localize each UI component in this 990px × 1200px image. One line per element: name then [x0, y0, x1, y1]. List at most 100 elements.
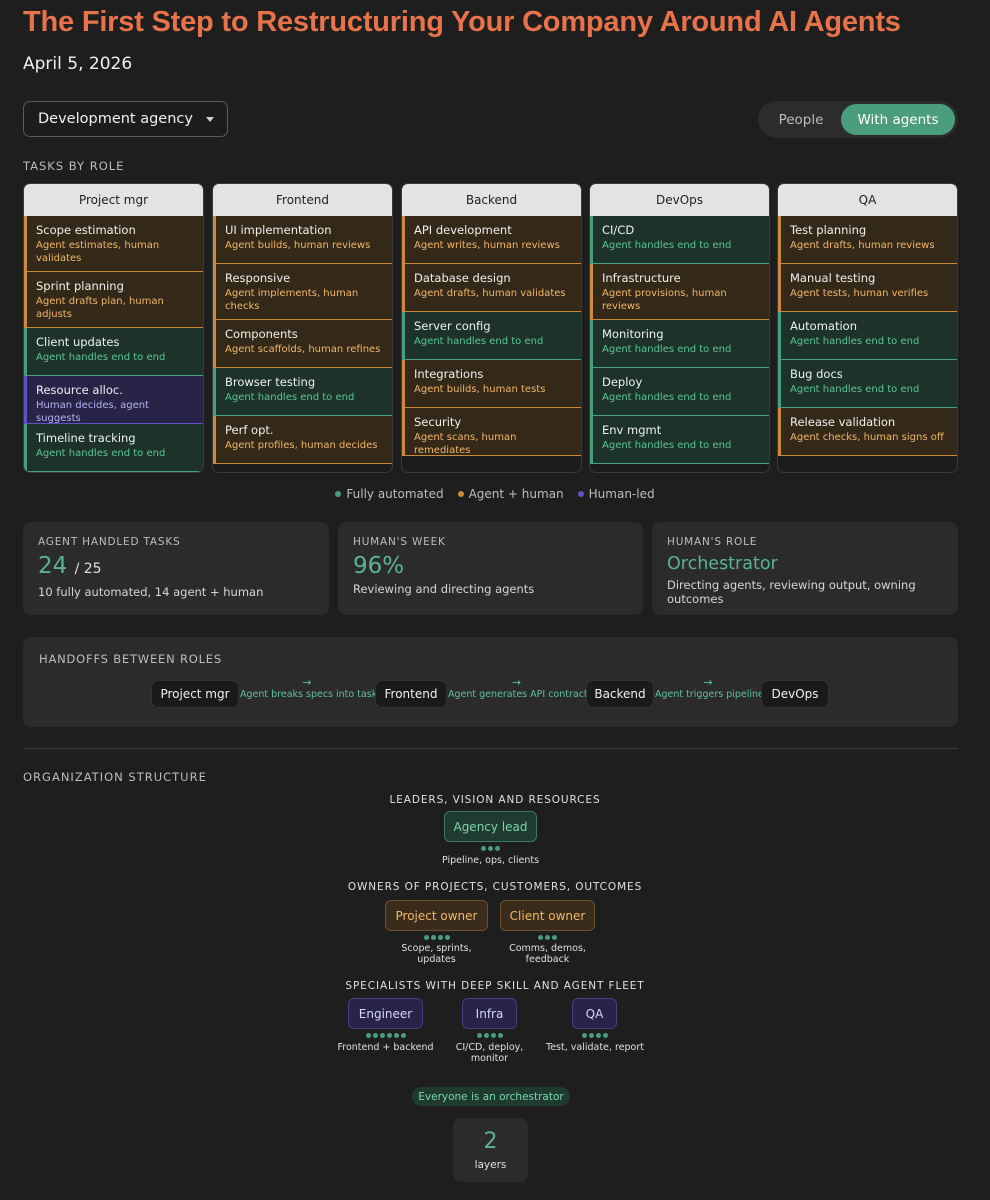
task-name: Test planning	[790, 223, 867, 237]
task-card: Components Agent scaffolds, human refines	[213, 320, 392, 368]
handoff-text: Agent breaks specs into tasks	[240, 689, 383, 700]
agent-tasks-card: AGENT HANDLED TASKS 24 / 25 10 fully aut…	[23, 522, 329, 615]
handoff-text: Agent triggers pipeline	[655, 689, 764, 700]
task-name: Release validation	[790, 415, 896, 429]
task-card: Manual testing Agent tests, human verifie…	[778, 264, 957, 312]
task-name: Scope estimation	[36, 223, 136, 237]
task-card: Sprint planning Agent drafts plan, human …	[24, 272, 203, 328]
task-desc: Agent provisions, human reviews	[602, 288, 727, 312]
role-column-header: Backend	[402, 184, 581, 216]
handoff-node-project-mgr: Project mgr	[151, 680, 239, 708]
task-card: Infrastructure Agent provisions, human re…	[590, 264, 769, 320]
agent-dot-icon	[476, 1033, 482, 1038]
page-title: The First Step to Restructuring Your Com…	[23, 6, 901, 38]
org-node-agency-lead: Agency lead	[444, 811, 537, 842]
agent-dots	[462, 1033, 517, 1038]
task-name: Security	[414, 415, 462, 429]
task-desc: Agent writes, human reviews	[414, 240, 560, 251]
agent-tasks-count: 24	[38, 553, 68, 579]
task-desc: Agent handles end to end	[602, 344, 732, 355]
task-desc: Agent scans, human remediates	[414, 432, 517, 456]
toggle-with-agents[interactable]: With agents	[841, 104, 955, 135]
agent-dots	[348, 1033, 423, 1038]
card-label: AGENT HANDLED TASKS	[38, 536, 181, 548]
card-label: HUMAN'S WEEK	[353, 536, 446, 548]
task-card: Monitoring Agent handles end to end	[590, 320, 769, 368]
company-type-dropdown[interactable]: Development agency	[23, 101, 228, 137]
task-name: Env mgmt	[602, 423, 662, 437]
page-date: April 5, 2026	[23, 54, 133, 74]
task-name: CI/CD	[602, 223, 635, 237]
card-desc: 10 fully automated, 14 agent + human	[38, 585, 264, 599]
task-desc: Agent profiles, human decides	[225, 440, 378, 451]
arrow-right-icon: →	[703, 676, 713, 689]
task-card: Bug docs Agent handles end to end	[778, 360, 957, 408]
org-node-caption: Comms, demos, feedback	[509, 943, 586, 965]
agent-dots	[385, 935, 488, 940]
legend: Fully automated Agent + human Human-led	[0, 487, 990, 501]
card-desc: Directing agents, reviewing output, owni…	[667, 578, 916, 606]
tier-label-specialists: SPECIALISTS WITH DEEP SKILL AND AGENT FL…	[345, 980, 645, 992]
task-desc: Agent handles end to end	[602, 392, 732, 403]
task-name: Client updates	[36, 335, 120, 349]
task-name: API development	[414, 223, 512, 237]
orchestrator-pill: Everyone is an orchestrator	[412, 1087, 570, 1106]
card-value: 24 / 25	[38, 553, 314, 582]
task-card: Security Agent scans, human remediates	[402, 408, 581, 456]
agent-dot-icon	[497, 1033, 503, 1038]
task-desc: Agent handles end to end	[790, 336, 920, 347]
org-node-caption: CI/CD, deploy, monitor	[455, 1042, 524, 1064]
task-name: Database design	[414, 271, 511, 285]
arrow-right-icon: →	[511, 676, 522, 689]
task-name: Automation	[790, 319, 857, 333]
task-desc: Agent handles end to end	[414, 336, 544, 347]
task-desc: Human decides, agent suggests	[36, 400, 149, 424]
handoff-arrow: → Agent triggers pipeline	[655, 676, 764, 701]
task-name: Integrations	[414, 367, 484, 381]
agent-dot-icon	[545, 935, 550, 940]
agent-dot-icon	[595, 1033, 601, 1038]
org-section-label: ORGANIZATION STRUCTURE	[23, 770, 207, 784]
agent-dot-icon	[495, 846, 500, 851]
arrow-right-icon: →	[302, 676, 312, 689]
task-card: Server config Agent handles end to end	[402, 312, 581, 360]
section-divider	[23, 748, 958, 749]
task-card: API development Agent writes, human revie…	[402, 216, 581, 264]
task-card: CI/CD Agent handles end to end	[590, 216, 769, 264]
role-column-header: QA	[778, 184, 957, 216]
agent-dot-icon	[483, 1033, 489, 1038]
agent-dot-icon	[400, 1033, 406, 1038]
handoff-arrow: → Agent generates API contracts	[448, 676, 593, 701]
toggle-people[interactable]: People	[761, 104, 841, 135]
card-label: HUMAN'S ROLE	[667, 536, 758, 548]
role-column-header: DevOps	[590, 184, 769, 216]
task-name: Sprint planning	[36, 279, 124, 293]
task-desc: Agent checks, human signs off	[790, 432, 944, 443]
task-desc: Agent scaffolds, human refines	[225, 344, 381, 355]
task-card: Responsive Agent implements, human checks	[213, 264, 392, 320]
task-card: UI implementation Agent builds, human rev…	[213, 216, 392, 264]
task-desc: Agent handles end to end	[36, 448, 166, 459]
agent-dot-icon	[372, 1033, 378, 1038]
handoff-node-backend: Backend	[586, 680, 654, 708]
legend-label: Agent + human	[468, 487, 564, 501]
handoffs-label: HANDOFFS BETWEEN ROLES	[39, 652, 222, 666]
role-columns: Project mgr Scope estimation Agent estimat…	[23, 183, 958, 473]
agent-dot-icon	[588, 1033, 594, 1038]
card-value: 96%	[353, 553, 405, 579]
task-desc: Agent handles end to end	[225, 392, 355, 403]
task-card: Test planning Agent drafts, human reviews	[778, 216, 957, 264]
role-column: DevOps CI/CD Agent handles end to end Infra…	[589, 183, 770, 473]
org-node-caption: Test, validate, report	[546, 1042, 644, 1053]
card-value: Orchestrator	[667, 554, 778, 574]
layers-card: 2 layers	[453, 1118, 528, 1182]
role-column: Project mgr Scope estimation Agent estimat…	[23, 183, 204, 473]
task-name: Browser testing	[225, 375, 316, 389]
view-toggle[interactable]: People With agents	[758, 101, 958, 138]
task-desc: Agent drafts, human reviews	[790, 240, 935, 251]
task-card: Automation Agent handles end to end	[778, 312, 957, 360]
task-name: Timeline tracking	[36, 431, 136, 445]
task-card: Release validation Agent checks, human si…	[778, 408, 957, 456]
org-node-caption: Frontend + backend	[337, 1042, 434, 1053]
task-desc: Agent handles end to end	[602, 440, 732, 451]
